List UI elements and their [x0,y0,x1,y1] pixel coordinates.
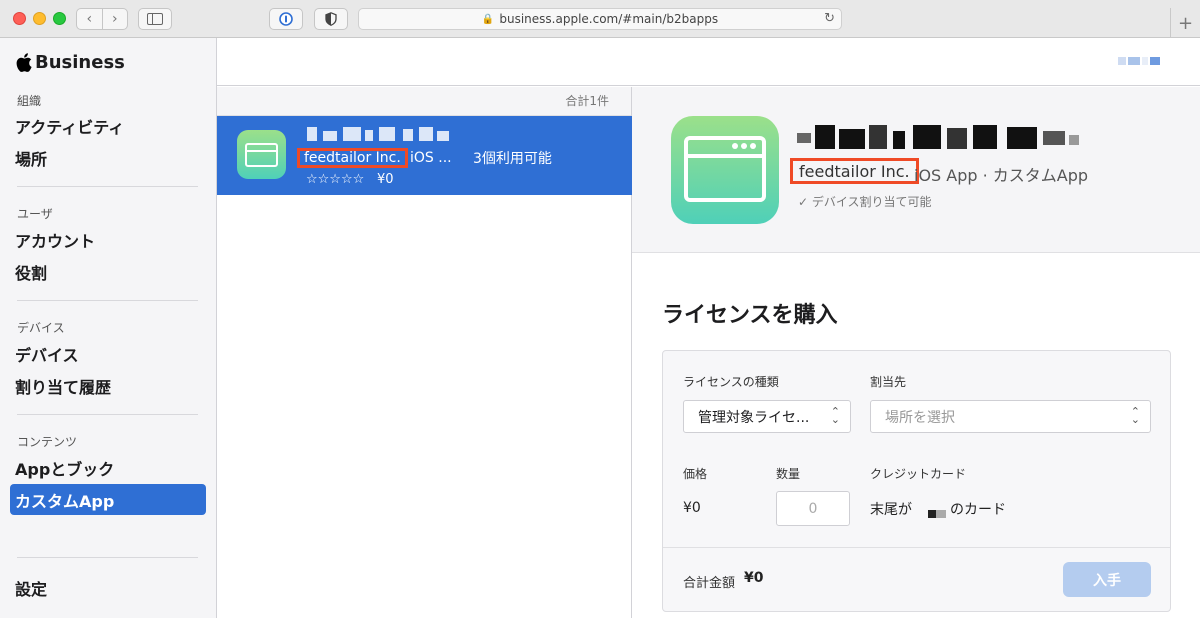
sidebar-item-settings[interactable]: 設定 [10,572,206,603]
total-value: ¥0 [744,570,764,586]
main-header [217,38,1200,86]
assign-to-placeholder: 場所を選択 [885,409,955,426]
url-text: business.apple.com/#main/b2bapps [499,12,719,26]
divider [663,547,1170,548]
privacy-report-button[interactable] [314,8,348,30]
app-detail-header: feedtailor Inc. iOS App · カスタムApp ✓ デバイス… [632,87,1200,253]
sidebar-icon [147,13,163,25]
credit-card-label: クレジットカード [870,467,967,481]
device-assignable-note: ✓ デバイス割り当て可能 [798,195,932,209]
sidebar-item-custom-apps[interactable]: カスタムApp [10,484,206,515]
brand-name: Business [35,52,125,73]
list-item[interactable]: feedtailor Inc. iOS ... 3個利用可能 ☆☆☆☆☆ ¥0 [217,116,632,195]
quantity-label: 数量 [776,467,801,481]
chevron-right-icon: › [111,11,118,27]
purchase-form: ライセンスの種類 管理対象ライセ... ⌃ ⌄ 割当先 場所を選択 ⌃ ⌄ 価格 ¥… [662,350,1171,612]
window-icon [684,136,766,202]
app-list: 合計1件 feedtailor Inc. iOS ... 3個利用可能 ☆☆☆☆… [217,87,632,618]
window-icon [245,143,278,167]
app-name-redacted [307,127,457,141]
price-value: ¥0 [683,500,701,516]
license-type-select[interactable]: 管理対象ライセ... ⌃ ⌄ [683,400,851,433]
password-manager-button[interactable] [269,8,303,30]
sidebar-item-devices[interactable]: デバイス [10,338,206,369]
sidebar-item-activity[interactable]: アクティビティ [10,110,206,141]
forward-button[interactable]: › [101,9,128,29]
divider [17,414,198,415]
address-bar[interactable]: 🔒 business.apple.com/#main/b2bapps ↻ [358,8,842,30]
sidebar-item-locations[interactable]: 場所 [10,142,206,173]
section-label-devices: デバイス [17,321,65,335]
assign-to-label: 割当先 [870,375,907,389]
license-type-value: 管理対象ライセ... [698,409,810,426]
divider [17,186,198,187]
sidebar-item-roles[interactable]: 役割 [10,256,206,287]
section-label-content: コンテンツ [17,435,78,449]
sidebar-item-apps-and-books[interactable]: Appとブック [10,452,206,483]
app-type: iOS ... [410,150,452,166]
lock-icon: 🔒 [481,13,495,25]
close-window-button[interactable] [13,12,26,25]
app-title-redacted [797,125,1082,149]
chevron-up-down-icon: ⌃ ⌄ [830,405,840,426]
credit-card-info: 末尾が のカード [870,499,1006,519]
availability-count: 3個利用可能 [473,151,552,167]
chevron-up-down-icon: ⌃ ⌄ [1130,405,1140,426]
app-price: ¥0 [377,172,394,187]
divider [17,557,198,558]
publisher-name: feedtailor Inc. [297,148,408,168]
quantity-input[interactable]: 0 [776,491,850,526]
account-menu[interactable] [1118,57,1166,65]
assign-to-select[interactable]: 場所を選択 ⌃ ⌄ [870,400,1151,433]
app-icon [671,116,779,224]
sidebar-toggle-button[interactable] [138,8,172,30]
zoom-window-button[interactable] [53,12,66,25]
app-type: iOS App · カスタムApp [914,166,1089,185]
section-label-users: ユーザ [17,207,53,221]
section-label-organization: 組織 [17,94,42,108]
card-digits-redacted [928,506,948,518]
sidebar-item-assignment-history[interactable]: 割り当て履歴 [10,370,206,401]
apple-logo-icon [16,53,32,72]
total-label: 合計金額 [683,576,736,591]
key-icon [279,12,293,26]
credit-card-suffix: のカード [950,502,1006,518]
plus-icon: + [1177,12,1194,34]
list-count: 合計1件 [217,87,631,116]
history-nav: ‹ › [76,8,128,30]
app-detail: feedtailor Inc. iOS App · カスタムApp ✓ デバイス… [632,87,1200,618]
app-icon [237,130,286,179]
license-type-label: ライセンスの種類 [683,375,779,389]
sidebar-item-accounts[interactable]: アカウント [10,224,206,255]
chevron-left-icon: ‹ [86,11,93,27]
star-rating: ☆☆☆☆☆ [306,172,365,187]
credit-card-prefix: 末尾が [870,502,912,518]
browser-toolbar: ‹ › 🔒 business.apple.com/#main/b2bapps ↻… [0,0,1200,38]
get-button[interactable]: 入手 [1063,562,1151,597]
purchase-section-title: ライセンスを購入 [662,303,838,328]
reload-icon[interactable]: ↻ [824,11,835,26]
back-button[interactable]: ‹ [77,9,102,29]
publisher-name: feedtailor Inc. [790,158,919,184]
new-tab-button[interactable]: + [1170,8,1200,38]
brand-logo[interactable]: Business [16,52,125,73]
shield-icon [325,12,337,26]
price-label: 価格 [683,467,708,481]
minimize-window-button[interactable] [33,12,46,25]
sidebar: Business 組織 アクティビティ 場所 ユーザ アカウント 役割 デバイス… [0,38,217,618]
divider [17,300,198,301]
